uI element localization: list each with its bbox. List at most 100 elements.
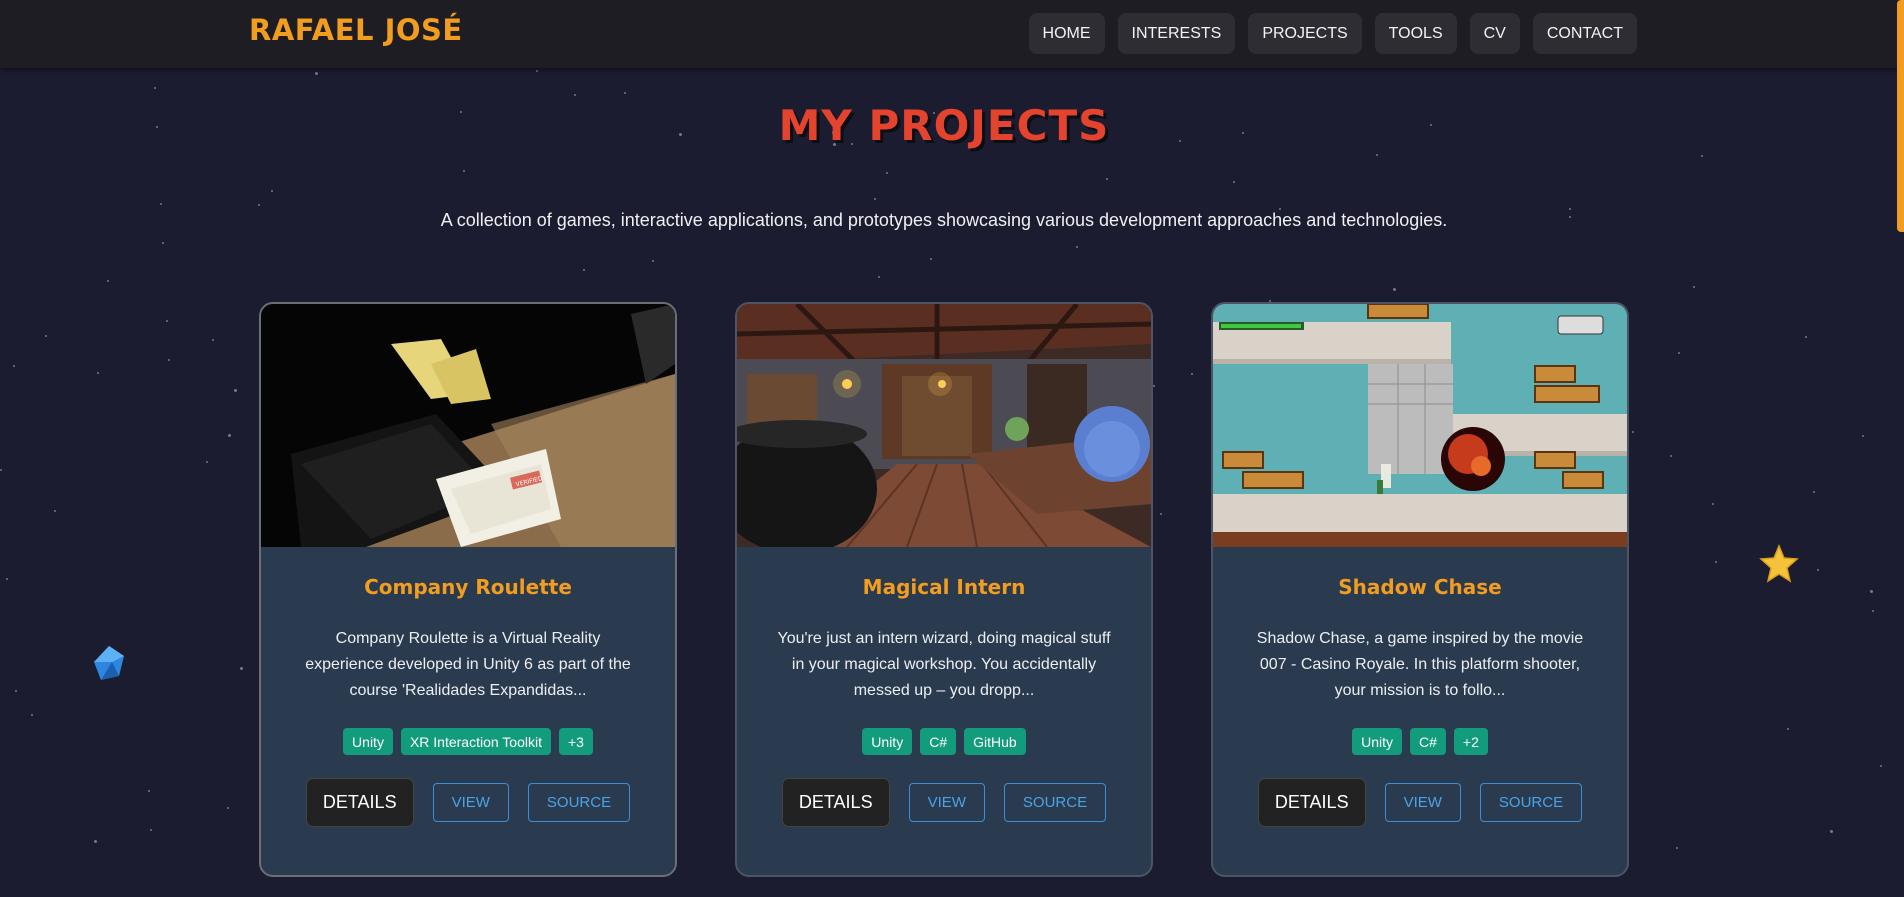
tag-list: Unity XR Interaction Toolkit +3 [261,728,675,755]
brand-logo[interactable]: RAFAEL JOSÉ [249,13,463,47]
gem-icon [92,644,126,686]
star-dot [1670,455,1672,457]
star-dot [1153,385,1155,387]
star-dot [45,335,47,337]
navbar: RAFAEL JOSÉ HOME INTERESTS PROJECTS TOOL… [0,0,1904,68]
nav-projects[interactable]: PROJECTS [1248,13,1362,54]
nav-home[interactable]: HOME [1028,13,1105,54]
star-dot [1872,610,1874,612]
main-nav: HOME INTERESTS PROJECTS TOOLS CV CONTACT [1028,13,1637,54]
star-dot [652,260,654,262]
star-dot [1678,352,1680,354]
tag: Unity [1352,728,1403,755]
star-dot [271,190,273,192]
star-dot [94,840,97,843]
page-title: MY PROJECTS [778,101,1110,150]
star-dot [886,172,888,174]
star-dot [54,510,56,512]
project-title[interactable]: Magical Intern [737,575,1151,599]
star-dot [1106,178,1108,180]
tag-more: +2 [1453,728,1488,755]
details-button[interactable]: DETAILS [305,778,414,827]
star-dot [1693,286,1695,288]
star-dot [1376,154,1378,156]
star-dot [1393,288,1396,291]
star-dot [13,365,15,367]
star-dot [1787,728,1789,730]
star-dot [258,204,260,206]
star-dot [1805,336,1807,338]
star-dot [315,72,318,75]
star-dot [6,578,8,580]
project-thumbnail: VERIFIED [261,304,675,547]
star-dot [463,170,465,172]
project-thumbnail [1213,304,1627,547]
project-title[interactable]: Company Roulette [261,575,675,599]
details-button[interactable]: DETAILS [1257,778,1366,827]
star-dot [1676,847,1678,849]
tag: C# [1410,728,1446,755]
star-dot [160,203,162,205]
tag-list: Unity C# GitHub [737,728,1151,755]
star-dot [154,87,156,89]
project-description: You're just an intern wizard, doing magi… [777,630,1111,699]
star-dot [878,276,880,278]
star-dot [227,807,229,809]
star-dot [15,690,17,692]
star-dot [228,434,231,437]
star-dot [574,94,576,96]
star-dot [1830,830,1833,833]
star-dot [166,320,168,322]
tag: C# [920,728,957,755]
star-dot [1076,246,1078,248]
tag: Unity [862,728,913,755]
star-icon [1759,544,1799,588]
star-dot [1712,503,1714,505]
project-description: Shadow Chase, a game inspired by the mov… [1256,630,1584,699]
scrollbar-thumb[interactable] [1897,0,1904,232]
star-dot [1632,431,1634,433]
star-dot [1160,513,1162,515]
star-dot [874,198,876,200]
star-dot [97,372,99,374]
star-dot [1817,569,1819,571]
nav-tools[interactable]: TOOLS [1374,13,1457,54]
project-card-company-roulette: VERIFIED Company Roulette Company Roulet… [259,302,677,877]
star-dot [1191,373,1193,375]
nav-contact[interactable]: CONTACT [1532,13,1637,54]
star-dot [1233,181,1235,183]
star-dot [212,339,214,341]
star-dot [150,829,152,831]
tag: Unity [343,728,393,755]
nav-cv[interactable]: CV [1469,13,1520,54]
star-dot [1813,491,1815,493]
project-title[interactable]: Shadow Chase [1213,575,1627,599]
tag-more: +3 [558,728,593,755]
view-button[interactable]: VIEW [908,783,985,822]
star-dot [31,714,33,716]
source-button[interactable]: SOURCE [527,783,631,822]
project-description: Company Roulette is a Virtual Reality ex… [305,630,631,699]
project-card-shadow-chase: Shadow Chase Shadow Chase, a game inspir… [1211,302,1629,877]
project-thumbnail [737,304,1151,547]
star-dot [1701,155,1703,157]
star-dot [583,269,585,271]
star-dot [206,461,208,463]
star-dot [1715,561,1717,563]
star-dot [234,389,237,392]
view-button[interactable]: VIEW [432,783,509,822]
star-dot [240,667,243,670]
tag-list: Unity C# +2 [1213,728,1627,755]
star-dot [624,92,626,94]
star-dot [0,469,2,471]
source-button[interactable]: SOURCE [1003,783,1107,822]
details-button[interactable]: DETAILS [781,778,890,827]
star-dot [162,242,164,244]
star-dot [107,280,109,282]
source-button[interactable]: SOURCE [1479,783,1583,822]
card-actions: DETAILS VIEW SOURCE [261,778,675,827]
view-button[interactable]: VIEW [1384,783,1461,822]
tag: XR Interaction Toolkit [400,728,551,755]
nav-interests[interactable]: INTERESTS [1117,13,1236,54]
star-dot [1862,435,1864,437]
